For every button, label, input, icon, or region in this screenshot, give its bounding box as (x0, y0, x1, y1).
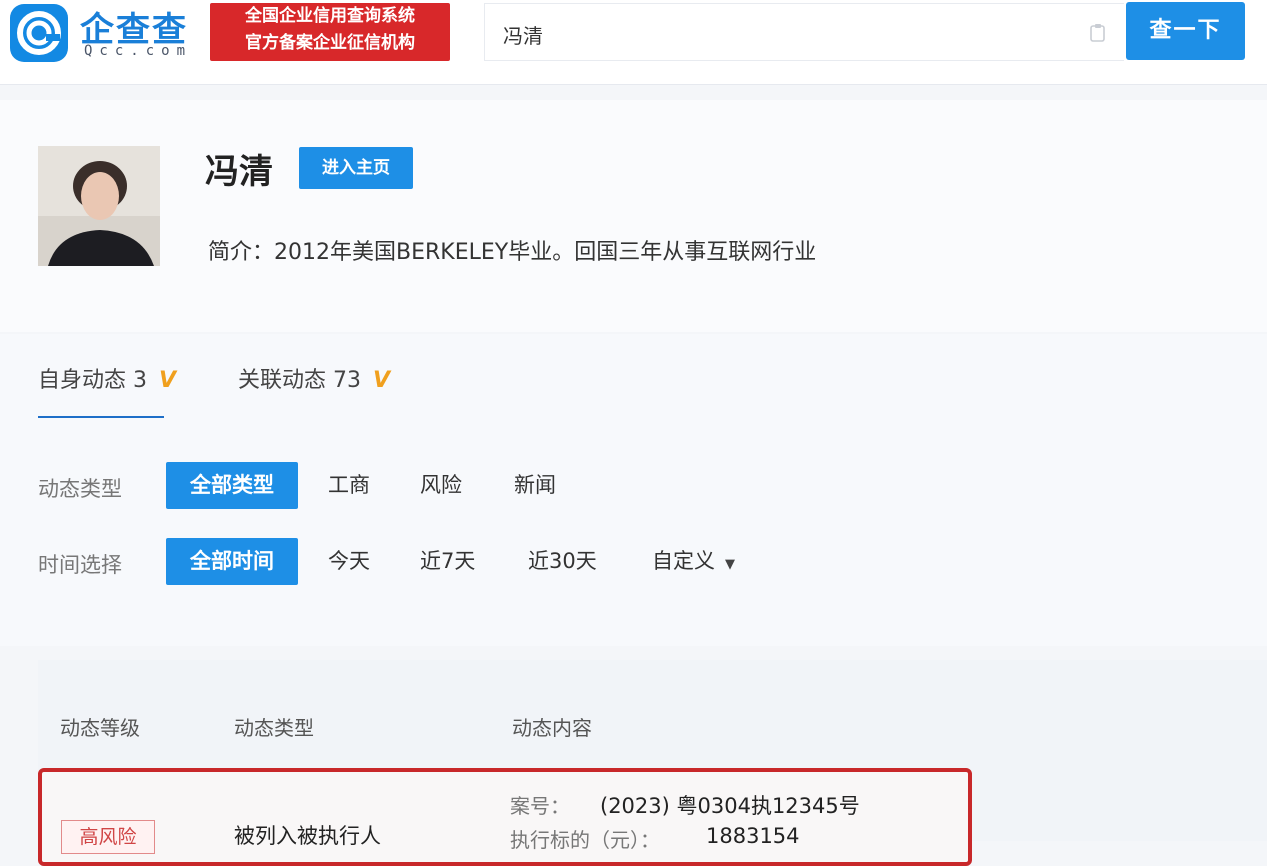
activity-section: 自身动态 3 V 关联动态 73 V 动态类型 全部类型 工商 风险 新闻 时间选择… (0, 334, 1267, 646)
amount-value: 1883154 (706, 824, 800, 848)
type-option-all[interactable]: 全部类型 (166, 462, 298, 509)
person-name: 冯清 (205, 152, 273, 192)
time-option-custom-label: 自定义 (652, 549, 715, 573)
profile-intro: 简介：2012年美国BERKELEY毕业。回国三年从事互联网行业 (208, 240, 817, 265)
risk-level-badge: 高风险 (61, 820, 155, 854)
search-button[interactable]: 查一下 (1126, 2, 1245, 60)
time-option-today[interactable]: 今天 (328, 538, 370, 585)
cert-line-1: 全国企业信用查询系统 (245, 6, 415, 26)
logo-domain: Qcc.com (84, 43, 193, 59)
clipboard-icon[interactable] (1089, 23, 1107, 43)
case-number-value: (2023) 粤0304执12345号 (600, 794, 860, 818)
active-tab-indicator (38, 416, 164, 418)
time-option-30days[interactable]: 近30天 (528, 538, 597, 585)
table-row[interactable]: 高风险 被列入被执行人 案号： (2023) 粤0304执12345号 执行标的… (38, 768, 972, 866)
time-filter-label: 时间选择 (38, 553, 122, 577)
profile-card: 冯清 进入主页 简介：2012年美国BERKELEY毕业。回国三年从事互联网行业 (0, 100, 1267, 332)
activity-table: 动态等级 动态类型 动态内容 高风险 被列入被执行人 案号： (2023) 粤0… (38, 660, 1267, 866)
vip-icon: V (373, 368, 391, 393)
caret-down-icon: ▼ (725, 557, 735, 572)
tab-own-activity-label: 自身动态 3 (38, 368, 147, 393)
top-header: 企查查 Qcc.com 全国企业信用查询系统 官方备案企业征信机构 查一下 (0, 0, 1267, 85)
time-option-custom[interactable]: 自定义 ▼ (652, 538, 735, 585)
type-option-risk[interactable]: 风险 (420, 462, 462, 509)
avatar (38, 146, 160, 266)
certification-badge: 全国企业信用查询系统 官方备案企业征信机构 (210, 3, 450, 61)
column-header-type: 动态类型 (234, 716, 314, 740)
type-filter-label: 动态类型 (38, 477, 122, 501)
amount-label: 执行标的（元）： (510, 828, 660, 852)
tab-related-activity[interactable]: 关联动态 73 V (238, 362, 390, 394)
time-option-7days[interactable]: 近7天 (420, 538, 475, 585)
case-number-label: 案号： (510, 794, 570, 818)
tab-related-activity-label: 关联动态 73 (238, 368, 361, 393)
tab-own-activity[interactable]: 自身动态 3 V (38, 362, 176, 394)
home-page-button[interactable]: 进入主页 (299, 147, 413, 189)
row-activity-type: 被列入被执行人 (234, 824, 381, 848)
type-option-business[interactable]: 工商 (328, 462, 370, 509)
column-header-level: 动态等级 (60, 716, 140, 740)
search-input[interactable] (501, 18, 1065, 50)
time-option-all[interactable]: 全部时间 (166, 538, 298, 585)
vip-icon: V (159, 368, 177, 393)
cert-line-2: 官方备案企业征信机构 (245, 33, 415, 53)
column-header-content: 动态内容 (512, 716, 592, 740)
search-box (484, 3, 1124, 61)
qcc-logo-icon[interactable] (10, 4, 68, 62)
type-option-news[interactable]: 新闻 (514, 462, 556, 509)
